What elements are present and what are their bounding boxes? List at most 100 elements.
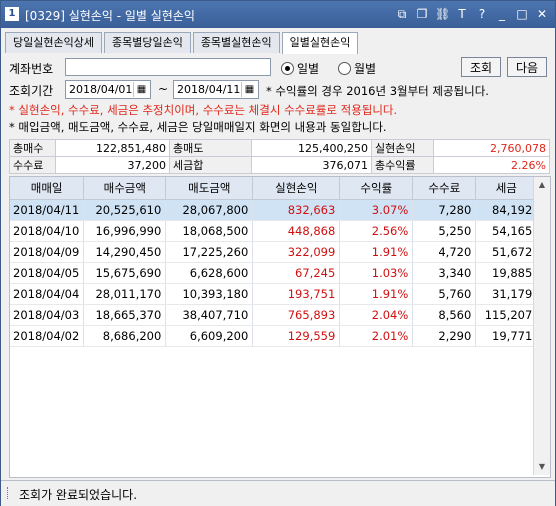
col-tax[interactable]: 세금 [475,177,538,200]
cell-sell: 28,067,800 [165,199,254,221]
cell-return: 2.01% [339,325,414,347]
radio-daily[interactable]: 일별 [281,60,319,77]
cell-sell: 10,393,180 [165,283,254,305]
cell-sell: 18,068,500 [165,220,254,242]
radio-monthly-label: 월별 [354,62,377,76]
cell-buy: 16,996,990 [83,220,167,242]
cell-realized: 832,663 [252,199,341,221]
cell-return: 2.04% [339,304,414,326]
cell-realized: 322,099 [252,241,341,263]
period-note: * 수익률의 경우 2016년 3월부터 제공됩니다. [266,84,489,98]
cell-tax: 115,207 [475,304,538,326]
vertical-scrollbar[interactable]: ▲ ▼ [533,177,550,475]
cell-date: 2018/04/09 [10,241,85,263]
cell-fee: 5,250 [412,220,477,242]
cell-sell: 17,225,260 [165,241,254,263]
table-row[interactable]: 2018/04/11 20,525,610 28,067,800 832,663… [10,199,538,221]
cell-date: 2018/04/11 [10,199,85,221]
estimate-note: * 실현손익, 수수료, 세금은 추정치이며, 수수료는 체결시 수수료률로 적… [9,103,398,117]
cell-fee: 2,290 [412,325,477,347]
col-fee[interactable]: 수수료 [412,177,477,200]
tab-stock-realized[interactable]: 종목별실현손익 [192,32,280,53]
sell-total-label: 총매도 [169,139,252,157]
cell-buy: 14,290,450 [83,241,167,263]
tab-stock-daily[interactable]: 종목별당일손익 [103,32,191,53]
radio-daily-indicator [281,62,294,75]
cell-buy: 8,686,200 [83,325,167,347]
close-icon[interactable]: ✕ [535,6,549,22]
minimize-icon[interactable]: _ [495,6,509,22]
table-row[interactable]: 2018/04/03 18,665,370 38,407,710 765,893… [10,304,538,326]
date-to-input[interactable]: 2018/04/11 ▦ [173,80,259,99]
restore-icon[interactable]: ⧉ [395,6,409,22]
return-value: 2.26% [433,156,550,174]
table-row[interactable]: 2018/04/10 16,996,990 18,068,500 448,868… [10,220,538,242]
date-from-input[interactable]: 2018/04/01 ▦ [65,80,151,99]
summary-table: 총매수 122,851,480 총매도 125,400,250 실현손익 2,7… [9,139,550,174]
cell-fee: 7,280 [412,199,477,221]
scroll-up-icon[interactable]: ▲ [534,177,550,193]
tax-value: 376,071 [251,156,372,174]
buy-total-label: 총매수 [9,139,56,157]
cell-buy: 28,011,170 [83,283,167,305]
cell-return: 1.03% [339,262,414,284]
cell-fee: 3,340 [412,262,477,284]
radio-monthly-indicator [338,62,351,75]
table-row[interactable]: 2018/04/05 15,675,690 6,628,600 67,245 1… [10,262,538,284]
col-return[interactable]: 수익률 [339,177,414,200]
text-icon[interactable]: T [455,6,469,22]
cell-tax: 31,179 [475,283,538,305]
radio-monthly[interactable]: 월별 [338,60,376,77]
cell-realized: 67,245 [252,262,341,284]
col-sell-amount[interactable]: 매도금액 [165,177,254,200]
cell-tax: 19,885 [475,262,538,284]
window-number-badge: 1 [5,7,19,21]
col-realized[interactable]: 실현손익 [252,177,341,200]
calendar-icon[interactable]: ▦ [241,82,257,97]
table-row[interactable]: 2018/04/02 8,686,200 6,609,200 129,559 2… [10,325,538,347]
scroll-down-icon[interactable]: ▼ [534,459,550,475]
account-label: 계좌번호 [9,62,54,76]
status-message: 조회가 완료되었습니다. [19,488,138,502]
cell-return: 3.07% [339,199,414,221]
cell-date: 2018/04/05 [10,262,85,284]
table-row[interactable]: 2018/04/09 14,290,450 17,225,260 322,099… [10,241,538,263]
col-trade-date[interactable]: 매매일 [10,177,85,200]
radio-daily-label: 일별 [297,62,320,76]
fee-label: 수수료 [9,156,56,174]
cell-date: 2018/04/04 [10,283,85,305]
tab-daily-detail[interactable]: 당일실현손익상세 [5,32,102,53]
status-bar: 조회가 완료되었습니다. [1,480,555,506]
window-title: [0329] 실현손익 - 일별 실현손익 [25,9,195,23]
cell-sell: 38,407,710 [165,304,254,326]
realized-value: 2,760,078 [433,139,550,157]
cell-tax: 19,771 [475,325,538,347]
realized-label: 실현손익 [371,139,434,157]
cell-fee: 5,760 [412,283,477,305]
account-input[interactable] [65,58,271,76]
cell-fee: 8,560 [412,304,477,326]
link-icon[interactable]: ⛓ [435,6,450,22]
help-icon[interactable]: ? [475,6,489,22]
maximize-icon[interactable]: □ [515,6,529,22]
search-button[interactable]: 조회 [461,57,501,77]
next-button[interactable]: 다음 [507,57,547,77]
calendar-icon[interactable]: ▦ [133,82,149,97]
cell-tax: 54,165 [475,220,538,242]
cell-tax: 84,192 [475,199,538,221]
table-row[interactable]: 2018/04/04 28,011,170 10,393,180 193,751… [10,283,538,305]
cell-realized: 765,893 [252,304,341,326]
period-label: 조회기간 [9,84,54,98]
cell-sell: 6,609,200 [165,325,254,347]
cell-date: 2018/04/03 [10,304,85,326]
daily-realized-grid: 매매일 매수금액 매도금액 실현손익 수익률 수수료 세금 2018/04/11… [9,176,551,478]
col-buy-amount[interactable]: 매수금액 [83,177,167,200]
date-from-value: 2018/04/01 [69,83,133,96]
cell-sell: 6,628,600 [165,262,254,284]
copy-icon[interactable]: ❐ [415,6,429,22]
tab-daily-realized[interactable]: 일별실현손익 [281,32,359,54]
tax-label: 세금합 [169,156,252,174]
cell-buy: 18,665,370 [83,304,167,326]
title-bar[interactable]: 1 [0329] 실현손익 - 일별 실현손익 ⧉ ❐ ⛓ T ? _ □ ✕ [1,1,555,28]
cell-date: 2018/04/02 [10,325,85,347]
